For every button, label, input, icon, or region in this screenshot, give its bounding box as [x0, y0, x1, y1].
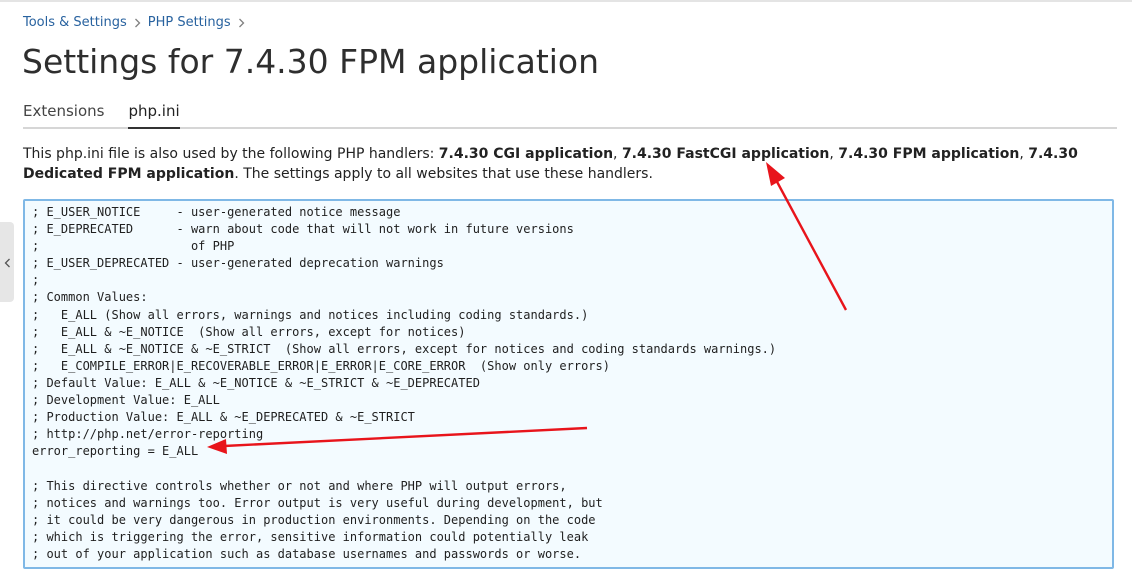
chevron-right-icon: [134, 18, 141, 28]
editor-line: ; This directive controls whether or not…: [32, 478, 567, 493]
handler-fastcgi: 7.4.30 FastCGI application: [621, 146, 830, 162]
editor-line: ;: [32, 273, 40, 288]
sidebar-toggle[interactable]: [0, 222, 14, 302]
php-ini-text[interactable]: ; E_USER_NOTICE - user-generated notice …: [25, 201, 1112, 566]
info-prefix: This php.ini file is also used by the fo…: [23, 146, 439, 162]
editor-line: ; http://php.net/error-reporting: [32, 427, 264, 442]
editor-line: ; E_COMPILE_ERROR|E_RECOVERABLE_ERROR|E_…: [32, 358, 610, 373]
chevron-left-icon: [4, 253, 11, 272]
editor-line: ; out of your application such as databa…: [32, 546, 582, 561]
page-title: Settings for 7.4.30 FPM application: [22, 42, 600, 81]
editor-line: ; Default Value: E_ALL & ~E_NOTICE & ~E_…: [32, 375, 480, 390]
editor-line: ; which is triggering the error, sensiti…: [32, 529, 589, 544]
handler-cgi: 7.4.30 CGI application: [438, 146, 614, 162]
editor-line: ; E_DEPRECATED - warn about code that wi…: [32, 222, 574, 237]
editor-line: ; E_USER_DEPRECATED - user-generated dep…: [32, 256, 444, 271]
editor-line: ; Common Values:: [32, 290, 148, 305]
breadcrumb-php-settings[interactable]: PHP Settings: [148, 14, 231, 32]
editor-line: ; Development Value: E_ALL: [32, 393, 220, 408]
editor-line: ; it could be very dangerous in producti…: [32, 512, 596, 527]
chevron-right-icon: [238, 18, 245, 28]
tab-php-ini[interactable]: php.ini: [128, 96, 180, 129]
breadcrumb: Tools & Settings PHP Settings: [23, 14, 252, 32]
editor-line: ; E_ALL & ~E_NOTICE (Show all errors, ex…: [32, 324, 466, 339]
handlers-info: This php.ini file is also used by the fo…: [23, 146, 1078, 182]
handler-fpm: 7.4.30 FPM application: [838, 146, 1020, 162]
editor-line: ; notices and warnings too. Error output…: [32, 495, 603, 510]
editor-line: ; E_ALL (Show all errors, warnings and n…: [32, 307, 589, 322]
editor-line: ; Production Value: E_ALL & ~E_DEPRECATE…: [32, 410, 415, 425]
editor-line: ; of PHP: [32, 239, 235, 254]
error-reporting-line: error_reporting = E_ALL: [32, 444, 199, 459]
breadcrumb-tools-settings[interactable]: Tools & Settings: [23, 14, 127, 32]
editor-line: ; E_ALL & ~E_NOTICE & ~E_STRICT (Show al…: [32, 341, 777, 356]
tab-bar: Extensions php.ini: [23, 96, 1117, 129]
php-ini-editor[interactable]: ; E_USER_NOTICE - user-generated notice …: [23, 199, 1114, 569]
info-suffix: . The settings apply to all websites tha…: [234, 166, 653, 182]
top-border: [0, 0, 1132, 2]
editor-line: ; E_USER_NOTICE - user-generated notice …: [32, 205, 401, 219]
tab-extensions[interactable]: Extensions: [23, 96, 104, 127]
